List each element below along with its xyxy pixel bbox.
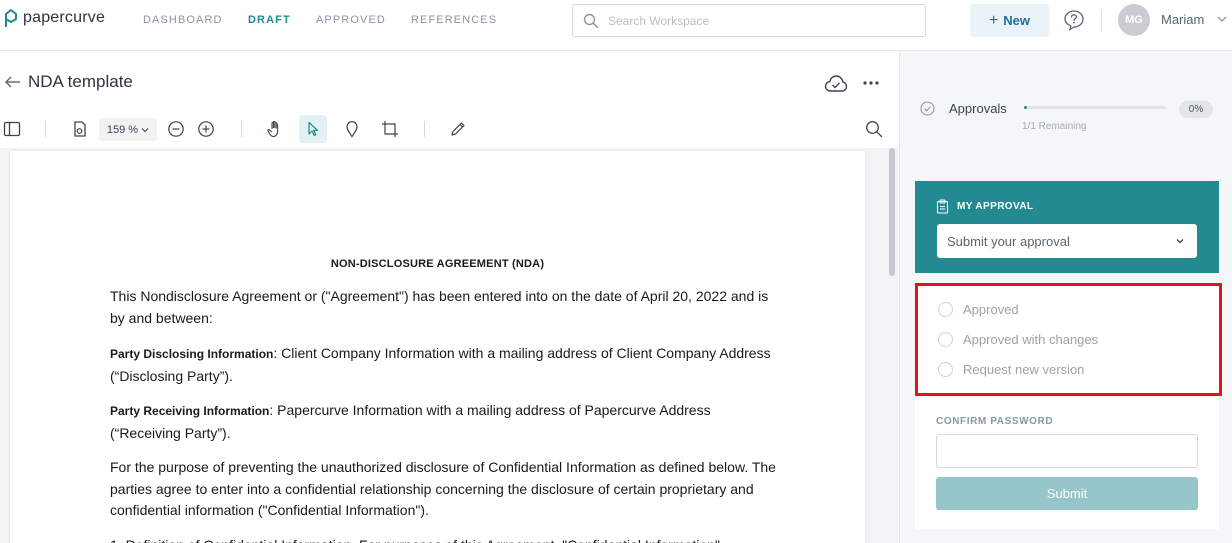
chevron-down-icon <box>1176 239 1184 244</box>
pin-tool-button[interactable] <box>342 115 362 143</box>
document-scrollbar-thumb[interactable] <box>889 148 895 276</box>
purpose-paragraph: For the purpose of preventing the unauth… <box>110 459 776 518</box>
disclosing-party-paragraph: Party Disclosing Information: Client Com… <box>110 343 780 387</box>
search-box[interactable] <box>572 4 926 37</box>
nav-draft[interactable]: DRAFT <box>248 14 291 26</box>
back-arrow-icon[interactable] <box>4 74 22 90</box>
clipboard-icon <box>936 199 949 214</box>
document-page[interactable]: NON-DISCLOSURE AGREEMENT (NDA) This Nond… <box>10 151 865 543</box>
brand-logo[interactable]: papercurve <box>4 8 105 28</box>
option-request-new-version[interactable]: Request new version <box>938 362 1084 377</box>
receiving-party-paragraph: Party Receiving Information: Papercurve … <box>110 400 780 444</box>
toolbar-divider <box>45 121 46 137</box>
radio-approved[interactable] <box>938 302 953 317</box>
sidebar-toggle-button[interactable] <box>2 115 22 143</box>
my-approval-header: MY APPROVAL <box>936 199 1033 214</box>
new-button[interactable]: + New <box>970 4 1049 37</box>
page-icon <box>74 121 86 137</box>
document-heading: NON-DISCLOSURE AGREEMENT (NDA) <box>330 258 545 270</box>
page-settings-button[interactable] <box>70 115 90 143</box>
plus-icon: + <box>988 11 999 29</box>
new-button-label: New <box>1003 13 1031 28</box>
hand-icon <box>267 120 279 138</box>
receiving-party-label: Party Receiving Information <box>110 404 270 418</box>
pin-icon <box>346 121 358 138</box>
radio-approved-with-changes[interactable] <box>938 332 953 347</box>
approval-select-value: Submit your approval <box>947 233 1070 249</box>
confirm-password-input[interactable] <box>936 434 1198 468</box>
submit-button[interactable]: Submit <box>936 477 1198 510</box>
approvals-label: Approvals <box>949 101 1007 116</box>
approvals-progress-bar <box>1024 106 1166 109</box>
pen-icon <box>451 122 465 136</box>
user-name[interactable]: Mariam <box>1161 12 1204 27</box>
zoom-in-button[interactable] <box>196 115 216 143</box>
select-tool-button[interactable] <box>299 115 327 143</box>
avatar[interactable]: MG <box>1118 4 1150 36</box>
check-circle-icon <box>920 101 935 116</box>
chevron-down-icon <box>141 127 149 132</box>
approvals-progress-fill <box>1024 106 1027 109</box>
top-navigation: papercurve DASHBOARD DRAFT APPROVED REFE… <box>0 0 1232 51</box>
intro-paragraph: This Nondisclosure Agreement or ("Agreem… <box>110 288 769 326</box>
nav-approved[interactable]: APPROVED <box>316 14 386 26</box>
approval-select[interactable]: Submit your approval <box>937 224 1197 258</box>
nav-dashboard[interactable]: DASHBOARD <box>143 14 223 26</box>
document-title: NDA template <box>28 72 133 91</box>
cloud-check-icon[interactable] <box>824 73 848 95</box>
document-toolbar: 159 % <box>0 115 898 145</box>
crop-icon <box>382 121 398 137</box>
draw-tool-button[interactable] <box>448 115 468 143</box>
nav-divider <box>1101 10 1102 32</box>
option-request-new-version-label: Request new version <box>963 362 1085 377</box>
pan-tool-button[interactable] <box>265 115 285 143</box>
confirm-password-card: CONFIRM PASSWORD Submit <box>915 396 1219 529</box>
approvals-remaining: 1/1 Remaining <box>1022 121 1087 132</box>
sidebar-toggle-icon <box>3 121 21 137</box>
option-approved-with-changes-label: Approved with changes <box>963 332 1099 347</box>
search-icon <box>583 13 599 28</box>
zoom-value: 159 % <box>106 123 139 136</box>
help-icon[interactable] <box>1063 9 1085 31</box>
definition-paragraph: 1. Definition of Confidential Informatio… <box>110 535 780 543</box>
radio-request-new-version[interactable] <box>938 362 953 377</box>
zoom-select[interactable]: 159 % <box>99 118 157 141</box>
crop-tool-button[interactable] <box>380 115 400 143</box>
search-input[interactable] <box>608 13 898 28</box>
search-icon <box>866 121 883 138</box>
zoom-in-icon <box>198 121 214 137</box>
option-approved-with-changes[interactable]: Approved with changes <box>938 332 1098 347</box>
pointer-icon <box>308 121 319 137</box>
approvals-percent-badge: 0% <box>1179 101 1213 118</box>
toolbar-divider <box>241 121 242 137</box>
confirm-password-label: CONFIRM PASSWORD <box>936 416 1054 427</box>
zoom-out-icon <box>168 121 184 137</box>
brand-name: papercurve <box>23 9 106 26</box>
my-approval-heading: MY APPROVAL <box>957 201 1034 212</box>
disclosing-party-label: Party Disclosing Information <box>110 347 274 361</box>
document-canvas[interactable]: NON-DISCLOSURE AGREEMENT (NDA) This Nond… <box>0 148 898 543</box>
chevron-down-icon[interactable] <box>1216 13 1228 25</box>
zoom-out-button[interactable] <box>166 115 186 143</box>
nav-references[interactable]: REFERENCES <box>411 14 497 26</box>
logo-icon <box>5 9 17 27</box>
my-approval-card: MY APPROVAL Submit your approval <box>915 181 1219 273</box>
more-icon[interactable] <box>862 80 880 86</box>
option-approved-label: Approved <box>963 302 1019 317</box>
option-approved[interactable]: Approved <box>938 302 1019 317</box>
toolbar-divider <box>424 121 425 137</box>
approval-options: Approved Approved with changes Request n… <box>915 283 1222 396</box>
document-search-button[interactable] <box>864 115 884 143</box>
